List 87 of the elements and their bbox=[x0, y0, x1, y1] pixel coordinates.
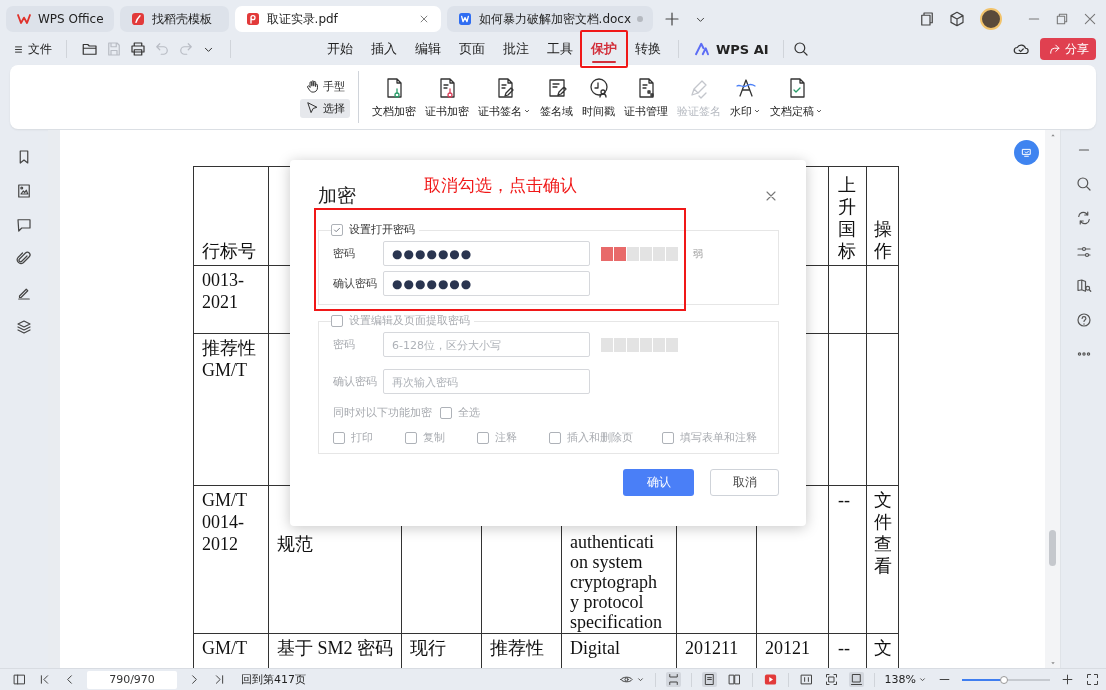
confirm-button[interactable]: 确认 bbox=[623, 469, 694, 496]
logo-icon bbox=[16, 11, 32, 27]
field-label: 密码 bbox=[333, 246, 356, 261]
annotation-text: 取消勾选，点击确认 bbox=[424, 174, 577, 197]
field-label: 确认密码 bbox=[333, 374, 378, 389]
column-header: 操作 bbox=[866, 166, 899, 266]
menu-tab[interactable]: 开始 bbox=[318, 35, 362, 63]
menu-tab[interactable]: 保护 bbox=[582, 35, 626, 63]
ai-logo-icon bbox=[693, 40, 711, 58]
ribbon-button[interactable]: 时间戳 bbox=[579, 75, 618, 119]
print-icon[interactable] bbox=[129, 40, 147, 58]
help-icon[interactable] bbox=[1074, 311, 1093, 329]
close-icon[interactable] bbox=[1082, 11, 1098, 27]
tab[interactable]: WPS Office bbox=[6, 6, 114, 32]
zoom-slider[interactable] bbox=[962, 678, 1050, 681]
dialog-title: 加密 bbox=[318, 183, 356, 208]
search-icon[interactable] bbox=[791, 40, 810, 58]
hand-icon bbox=[305, 78, 320, 94]
image-icon[interactable] bbox=[15, 182, 33, 200]
search-icon[interactable] bbox=[1074, 175, 1093, 193]
password-field[interactable]: ●●●●●●● bbox=[383, 271, 590, 296]
fit-height-icon[interactable] bbox=[848, 672, 864, 687]
pdf-file-icon bbox=[244, 11, 261, 27]
mode-button[interactable]: 手型 bbox=[300, 76, 350, 96]
table-cell: -- bbox=[828, 485, 867, 634]
zoom-in-icon[interactable] bbox=[1060, 672, 1075, 687]
tab[interactable]: 找稻壳模板 bbox=[119, 6, 229, 32]
layers-icon[interactable] bbox=[15, 318, 33, 336]
column-header: 行标号 bbox=[193, 166, 269, 266]
field-label: 密码 bbox=[333, 337, 356, 352]
slider-thumb[interactable] bbox=[1000, 675, 1009, 684]
play-icon[interactable] bbox=[762, 672, 778, 687]
caret-icon[interactable] bbox=[918, 675, 927, 684]
ai-button[interactable]: WPS AI bbox=[687, 40, 775, 58]
fit-width-icon[interactable] bbox=[798, 672, 814, 687]
file-menu[interactable]: 文件 bbox=[14, 40, 52, 58]
table-cell: 0013- 2021 bbox=[193, 265, 269, 334]
scroll-thumb[interactable] bbox=[1049, 530, 1056, 566]
mode-button[interactable]: 选择 bbox=[300, 98, 350, 118]
table-cell: 推荐性 GM/T bbox=[193, 333, 269, 486]
two-page-icon[interactable] bbox=[726, 672, 742, 687]
single-page-icon[interactable] bbox=[701, 672, 717, 687]
field-label: 确认密码 bbox=[333, 276, 378, 291]
menu-tab[interactable]: 编辑 bbox=[406, 35, 450, 63]
cancel-button[interactable]: 取消 bbox=[710, 469, 779, 496]
comment-icon[interactable] bbox=[15, 216, 33, 234]
cube-icon[interactable] bbox=[948, 10, 966, 28]
ribbon-button[interactable]: 证书签名 bbox=[475, 75, 534, 119]
ribbon-button[interactable]: 证书管理 bbox=[621, 75, 671, 119]
restore-icon[interactable] bbox=[1054, 11, 1070, 27]
sidebar-toggle-icon[interactable] bbox=[12, 672, 27, 687]
highlight-frame bbox=[580, 30, 628, 68]
book-search-icon[interactable] bbox=[1074, 277, 1093, 295]
table-cell: 文件查看 bbox=[866, 485, 899, 634]
page-field[interactable]: 790/970 bbox=[87, 670, 177, 689]
pointer-icon bbox=[305, 100, 320, 116]
menu-tab[interactable]: 工具 bbox=[538, 35, 582, 63]
menu-tab[interactable]: 批注 bbox=[494, 35, 538, 63]
ribbon-button[interactable]: 文档定稿 bbox=[767, 75, 826, 119]
menu-tab[interactable]: 页面 bbox=[450, 35, 494, 63]
back-link[interactable]: 回到第417页 bbox=[241, 672, 306, 687]
menu-tab[interactable]: 插入 bbox=[362, 35, 406, 63]
doc-file-icon bbox=[456, 11, 473, 27]
password-field[interactable]: ●●●●●●● bbox=[383, 241, 590, 266]
ribbon-button[interactable]: 文档加密 bbox=[369, 75, 419, 119]
ribbon-button[interactable]: 签名域 bbox=[537, 75, 576, 119]
menu-icon bbox=[14, 43, 23, 55]
menu-tab[interactable]: 转换 bbox=[626, 35, 670, 63]
checkbox[interactable]: 设置打开密码 bbox=[331, 222, 419, 237]
tab[interactable]: 取证实录.pdf bbox=[234, 6, 441, 32]
share-icon bbox=[1047, 41, 1062, 57]
caret-icon[interactable] bbox=[635, 675, 645, 684]
app-icon bbox=[129, 11, 146, 27]
column-header: 上升国标 bbox=[828, 166, 867, 266]
avatar[interactable] bbox=[980, 8, 1002, 30]
zoom-level[interactable]: 138% bbox=[884, 673, 916, 686]
fullscreen-icon[interactable] bbox=[1085, 672, 1100, 687]
continuous-view-icon[interactable] bbox=[665, 672, 681, 687]
table-cell: GM/T 0014- 2012 bbox=[193, 485, 269, 634]
option-label: 同时对以下功能加密 bbox=[333, 405, 432, 420]
tab[interactable]: 如何暴力破解加密文档.docx bbox=[446, 6, 653, 32]
fit-page-icon[interactable] bbox=[823, 672, 839, 687]
strength-label: 弱 bbox=[693, 246, 703, 261]
share-button[interactable]: 分享 bbox=[1040, 38, 1096, 60]
ribbon-button[interactable]: 证书加密 bbox=[422, 75, 472, 119]
ribbon-button[interactable]: 水印 bbox=[727, 75, 764, 119]
windows-icon[interactable] bbox=[918, 10, 936, 28]
